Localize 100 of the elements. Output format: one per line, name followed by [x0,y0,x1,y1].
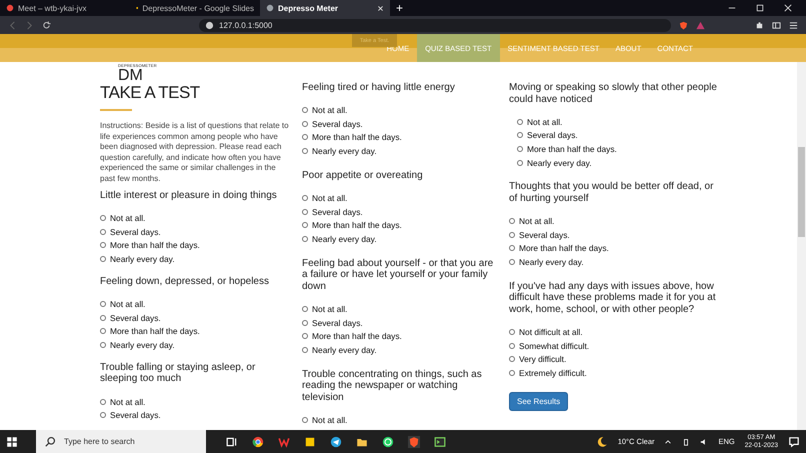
whatsapp-icon[interactable] [382,436,394,448]
sticky-note-icon[interactable] [304,436,316,448]
battery-icon[interactable] [682,438,690,446]
radio-button[interactable] [509,218,515,224]
windows-start-icon[interactable] [6,436,18,448]
chrome-icon[interactable] [252,436,264,448]
shield-icon[interactable] [679,20,688,30]
radio-option[interactable]: Nearly every day. [100,338,290,352]
radio-button[interactable] [100,412,106,418]
radio-button[interactable] [302,208,308,215]
radio-button[interactable] [100,215,106,222]
radio-button[interactable] [100,398,106,405]
radio-option[interactable]: Not at all. [509,214,719,228]
radio-option[interactable]: Not difficult at all. [509,325,719,339]
radio-option[interactable]: Several days. [302,204,497,219]
radio-button[interactable] [302,416,308,423]
radio-button[interactable] [509,342,515,349]
radio-option[interactable]: More than half the days. [509,142,719,156]
scrollbar[interactable] [797,62,806,430]
radio-button[interactable] [302,120,308,127]
radio-button[interactable] [302,134,308,140]
radio-option[interactable]: Not at all. [509,115,719,129]
radio-button[interactable] [517,146,523,152]
radio-button[interactable] [302,222,308,228]
radio-option[interactable]: Several days. [509,228,719,242]
radio-option[interactable]: Several days. [100,225,290,239]
browser-tab[interactable]: Depresso Meter [260,0,390,16]
radio-option[interactable]: Not at all. [302,302,497,316]
radio-button[interactable] [509,258,515,265]
radio-option[interactable]: More than half the days. [302,329,497,344]
radio-button[interactable] [302,236,308,242]
radio-button[interactable] [509,370,515,376]
radio-button[interactable] [100,228,106,235]
address-field[interactable]: 127.0.0.1:5000 [199,18,671,32]
radio-option[interactable]: Not at all. [302,191,497,205]
radio-option[interactable]: Several days. [509,128,719,142]
moon-icon[interactable] [596,436,608,448]
radio-option[interactable]: More than half the days. [302,218,497,232]
radio-option[interactable]: Not at all. [302,104,497,118]
radio-option[interactable]: Several days. [100,310,290,325]
radio-option[interactable]: Nearly every day. [509,255,719,269]
w-app-icon[interactable] [278,436,290,448]
radio-button[interactable] [302,148,308,154]
radio-button[interactable] [509,356,515,362]
maximize-icon[interactable] [756,4,764,12]
browser-tab[interactable]: DepressoMeter - Google Slides [130,0,260,16]
radio-button[interactable] [509,329,515,336]
radio-option[interactable]: More than half the days. [302,130,497,144]
radio-option[interactable]: Nearly every day. [302,144,497,158]
radio-option[interactable]: Somewhat difficult. [509,338,719,352]
radio-button[interactable] [302,195,308,202]
radio-option[interactable]: Not at all. [100,212,290,226]
triangle-icon[interactable] [696,20,705,30]
new-tab-button[interactable]: + [396,1,404,15]
radio-option[interactable]: Several days. [302,316,497,330]
radio-option[interactable]: Not at all. [100,297,290,311]
radio-option[interactable]: Not at all. [100,394,290,408]
radio-option[interactable]: More than half the days. [100,324,290,338]
radio-option[interactable]: Several days. [100,408,290,422]
radio-button[interactable] [517,118,523,125]
radio-option[interactable]: More than half the days. [100,238,290,252]
browser-tab[interactable]: Meet – wtb-ykai-jvx [0,0,130,16]
radio-option[interactable]: Nearly every day. [509,156,719,170]
puzzle-icon[interactable] [755,20,764,30]
close-icon[interactable] [377,4,384,12]
radio-option[interactable]: More than half the days. [509,242,719,256]
radio-button[interactable] [302,107,308,114]
menu-icon[interactable] [789,20,798,30]
radio-button[interactable] [517,132,523,138]
radio-button[interactable] [302,306,308,312]
radio-button[interactable] [100,342,106,348]
notification-icon[interactable] [788,436,800,448]
radio-button[interactable] [302,333,308,340]
telegram-icon[interactable] [330,436,342,448]
radio-button[interactable] [100,242,106,248]
task-view-icon[interactable] [226,436,238,448]
radio-option[interactable]: Very difficult. [509,352,719,366]
radio-button[interactable] [302,320,308,326]
taskbar-search-field[interactable]: Type here to search [36,430,206,453]
radio-button[interactable] [100,314,106,321]
radio-option[interactable]: Several days. [302,117,497,131]
see-results-button[interactable]: See Results [509,392,568,411]
close-icon[interactable] [784,4,792,12]
brave-icon[interactable] [408,436,420,448]
back-icon[interactable] [8,20,17,30]
radio-button[interactable] [517,160,523,166]
radio-option[interactable]: Nearly every day. [302,232,497,246]
radio-button[interactable] [509,232,515,238]
radio-button[interactable] [302,346,308,353]
radio-option[interactable]: Nearly every day. [100,252,290,266]
radio-button[interactable] [100,301,106,308]
radio-option[interactable]: Nearly every day. [302,343,497,357]
radio-button[interactable] [509,245,515,252]
chevron-up-icon[interactable] [664,438,672,446]
radio-button[interactable] [100,256,106,262]
radio-option[interactable]: Not at all. [302,413,497,427]
radio-button[interactable] [100,328,106,334]
forward-icon[interactable] [25,20,34,30]
sidebar-icon[interactable] [772,20,781,30]
radio-option[interactable]: Extremely difficult. [509,366,719,380]
